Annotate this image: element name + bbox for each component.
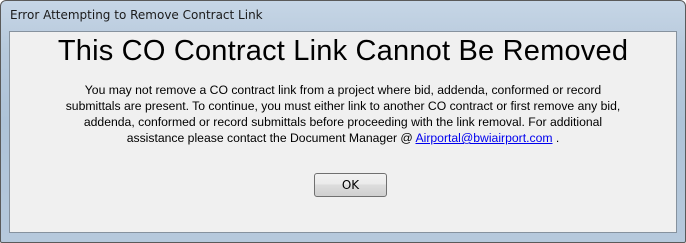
message-end: . bbox=[552, 131, 560, 145]
ok-button[interactable]: OK bbox=[314, 173, 387, 197]
title-bar[interactable]: Error Attempting to Remove Contract Link bbox=[1, 1, 685, 31]
email-link[interactable]: Airportal@bwiairport.com bbox=[416, 131, 553, 145]
message-line: addenda, conformed or record submittals … bbox=[83, 115, 603, 129]
error-heading: This CO Contract Link Cannot Be Removed bbox=[57, 35, 629, 67]
message-line: You may not remove a CO contract link fr… bbox=[84, 83, 602, 97]
contact-text: assistance please contact the Document M… bbox=[126, 131, 416, 145]
message-line: submittals are present. To continue, you… bbox=[65, 99, 621, 113]
window-title: Error Attempting to Remove Contract Link bbox=[10, 8, 263, 22]
error-message: You may not remove a CO contract link fr… bbox=[12, 82, 674, 146]
dialog-content: This CO Contract Link Cannot Be Removed … bbox=[9, 31, 677, 233]
error-dialog-window: Error Attempting to Remove Contract Link… bbox=[0, 0, 686, 243]
message-line-contact: assistance please contact the Document M… bbox=[12, 130, 674, 146]
